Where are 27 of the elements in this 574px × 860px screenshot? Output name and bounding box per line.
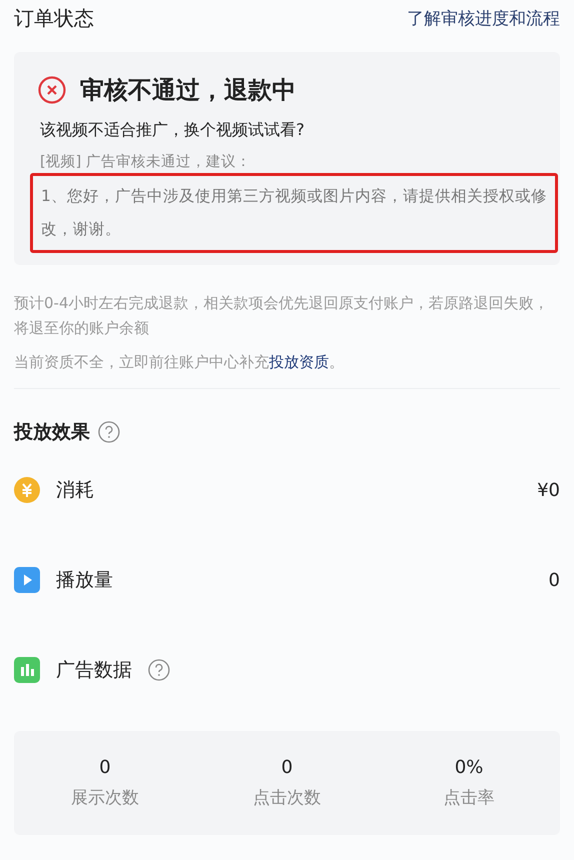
metric-label: 消耗: [56, 478, 94, 503]
status-title: 审核不通过，退款中: [80, 75, 296, 106]
stat-label: 点击率: [444, 787, 494, 809]
metric-value: ¥0: [537, 480, 560, 500]
status-subtitle: 该视频不适合推广，换个视频试试看?: [40, 120, 306, 141]
section-title: 订单状态: [14, 4, 94, 32]
metric-label: 广告数据: [56, 658, 132, 683]
metric-label: 播放量: [56, 568, 113, 593]
qualification-note: 当前资质不全，立即前往账户中心补充投放资质。: [14, 353, 345, 372]
bar-chart-icon: [14, 657, 40, 683]
refund-note: 预计0-4小时左右完成退款，相关款项会优先退回原支付账户，若原路退回失败，将退至你的账户余额: [14, 293, 550, 339]
coin-icon: [14, 477, 40, 503]
help-icon[interactable]: [148, 659, 170, 681]
error-icon: [38, 76, 66, 104]
metric-value: 0: [548, 570, 560, 590]
stat-value: 0: [281, 757, 293, 778]
stat-value: 0: [99, 757, 111, 778]
reason-text: 1、您好，广告中涉及使用第三方视频或图片内容，请提供相关授权或修改，谢谢。: [30, 173, 558, 253]
stat-label: 展示次数: [71, 787, 139, 809]
stat-value: 0%: [454, 757, 484, 778]
play-icon: [14, 567, 40, 593]
reason-label: [视频] 广告审核未通过，建议：: [40, 152, 252, 172]
process-link[interactable]: 了解审核进度和流程: [407, 6, 560, 30]
qualification-link[interactable]: 投放资质: [269, 353, 329, 371]
help-icon[interactable]: [98, 421, 120, 443]
section-title: 投放效果: [14, 420, 90, 445]
stat-label: 点击次数: [253, 787, 321, 809]
